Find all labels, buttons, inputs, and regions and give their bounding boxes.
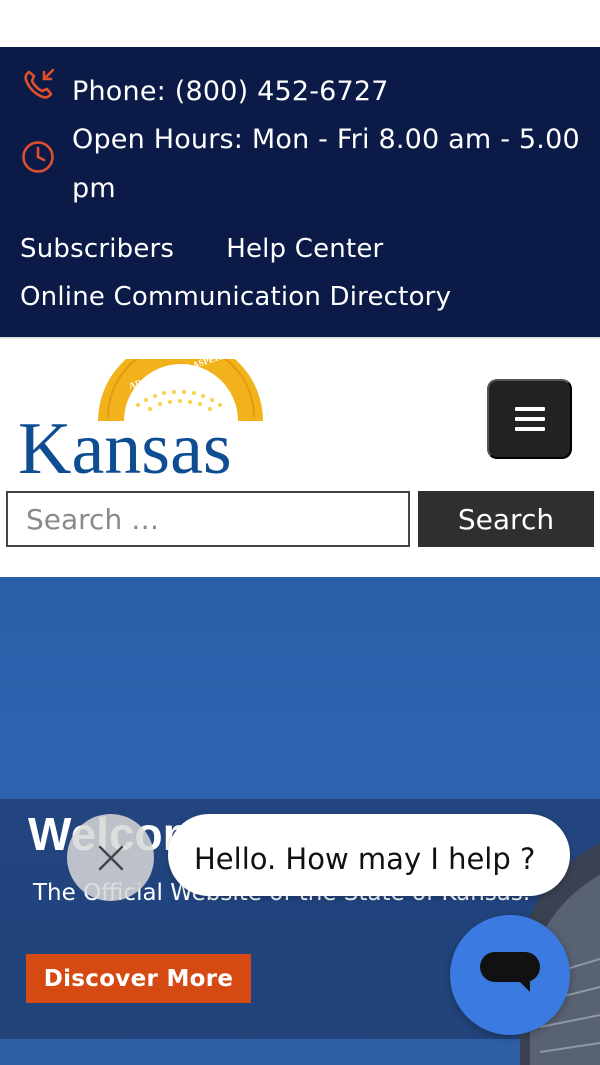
top-links: Subscribers Help Center Online Communicat… bbox=[20, 225, 580, 321]
hours-row: Open Hours: Mon - Fri 8.00 am - 5.00 pm bbox=[20, 115, 580, 213]
menu-button[interactable] bbox=[487, 379, 572, 459]
kansas-logo[interactable]: AD ASTRA PER ASPERA Kansas bbox=[18, 359, 268, 481]
phone-row: Phone: (800) 452-6727 bbox=[20, 67, 389, 116]
hamburger-icon bbox=[514, 407, 545, 431]
chat-icon bbox=[480, 952, 540, 992]
logo-text: Kansas bbox=[18, 408, 232, 481]
clock-icon bbox=[22, 141, 54, 173]
top-info-bar: Phone: (800) 452-6727 Open Hours: Mon - … bbox=[0, 47, 600, 337]
hours-text: Open Hours: Mon - Fri 8.00 am - 5.00 pm bbox=[72, 124, 580, 204]
link-subscribers[interactable]: Subscribers bbox=[20, 225, 174, 273]
chat-greeting-bubble[interactable]: Hello. How may I help ? bbox=[168, 814, 570, 896]
chat-close-button[interactable] bbox=[67, 814, 154, 901]
link-online-communication-directory[interactable]: Online Communication Directory bbox=[20, 273, 580, 321]
phone-text[interactable]: Phone: (800) 452-6727 bbox=[72, 67, 389, 116]
discover-more-button[interactable]: Discover More bbox=[26, 954, 251, 1003]
link-help-center[interactable]: Help Center bbox=[226, 234, 383, 264]
phone-icon bbox=[24, 68, 55, 99]
search-input[interactable] bbox=[6, 491, 410, 547]
search-button[interactable]: Search bbox=[418, 491, 594, 547]
close-icon bbox=[98, 845, 123, 870]
chat-greeting-text: Hello. How may I help ? bbox=[194, 842, 536, 876]
site-header: AD ASTRA PER ASPERA Kansas Search bbox=[0, 337, 600, 577]
chat-launcher-button[interactable] bbox=[450, 915, 570, 1035]
